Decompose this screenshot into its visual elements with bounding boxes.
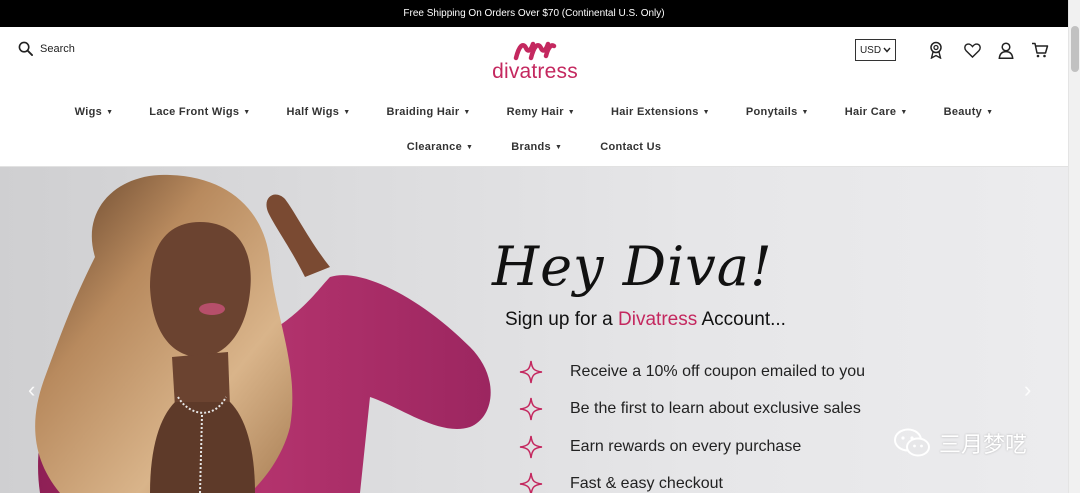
watermark: 三月梦呓 — [893, 427, 1027, 459]
announcement-text: Free Shipping On Orders Over $70 (Contin… — [403, 8, 665, 19]
caret-down-icon: ▼ — [900, 108, 908, 116]
logo-mark-icon — [513, 41, 557, 61]
caret-down-icon: ▼ — [463, 108, 471, 116]
wishlist-icon — [963, 42, 981, 58]
nav-braiding-hair[interactable]: Braiding Hair ▼ — [386, 106, 470, 118]
cart-button[interactable] — [1028, 38, 1052, 62]
rewards-icon — [930, 41, 942, 59]
benefit-text: Fast & easy checkout — [570, 475, 723, 493]
account-icon — [998, 41, 1014, 59]
nav-lace-front-wigs[interactable]: Lace Front Wigs ▼ — [149, 106, 250, 118]
benefit-text: Be the first to learn about exclusive sa… — [570, 400, 861, 418]
sparkle-icon — [519, 473, 543, 493]
main-nav-row-1: Wigs ▼ Lace Front Wigs ▼ Half Wigs ▼ Braidi… — [0, 106, 1068, 118]
header-actions: USD — [855, 38, 1052, 62]
nav-hair-extensions[interactable]: Hair Extensions ▼ — [611, 106, 710, 118]
nav-label: Hair Care — [844, 106, 897, 118]
nav-label: Wigs — [74, 106, 103, 118]
wechat-icon — [894, 428, 930, 457]
nav-remy-hair[interactable]: Remy Hair ▼ — [507, 106, 575, 118]
sparkle-icon — [519, 398, 543, 421]
benefit-text: Receive a 10% off coupon emailed to you — [570, 362, 866, 380]
benefit-item: Be the first to learn about exclusive sa… — [519, 391, 865, 429]
search-button[interactable]: Search — [18, 41, 75, 56]
caret-down-icon: ▼ — [702, 108, 710, 116]
hero-subtitle-brand: Divatress — [618, 309, 698, 330]
currency-value: USD — [859, 44, 882, 56]
page: Free Shipping On Orders Over $70 (Contin… — [0, 0, 1080, 493]
announcement-bar: Free Shipping On Orders Over $70 (Contin… — [0, 0, 1068, 27]
hero-subtitle: Sign up for a Divatress Account... — [505, 309, 786, 331]
search-label: Search — [40, 42, 75, 55]
search-icon — [18, 41, 33, 56]
main-nav-row-2: Clearance ▼ Brands ▼ Contact Us — [0, 141, 1068, 153]
chevron-down-icon — [883, 47, 891, 53]
caret-down-icon: ▼ — [567, 108, 576, 116]
nav-clearance[interactable]: Clearance ▼ — [407, 141, 474, 153]
scrollbar-thumb[interactable] — [1071, 26, 1079, 72]
nav-contact-us[interactable]: Contact Us — [600, 141, 661, 153]
model-photo — [35, 174, 491, 493]
benefit-item: Earn rewards on every purchase — [519, 428, 865, 466]
nav-ponytails[interactable]: Ponytails ▼ — [746, 106, 809, 118]
nav-label: Braiding Hair — [386, 106, 460, 118]
nav-label: Half Wigs — [286, 106, 340, 118]
currency-select[interactable]: USD — [855, 39, 896, 61]
site-logo[interactable]: divatress — [490, 38, 580, 82]
nav-wigs[interactable]: Wigs ▼ — [75, 106, 114, 118]
logo-wordmark: divatress — [492, 60, 578, 83]
hero-banner[interactable]: Hey Diva! Sign up for a Divatress Accoun… — [0, 167, 1068, 493]
nav-label: Clearance — [406, 141, 463, 153]
hero-title: Hey Diva! — [492, 235, 773, 298]
page-scrollbar[interactable] — [1068, 0, 1080, 493]
nav-hair-care[interactable]: Hair Care ▼ — [845, 106, 908, 118]
nav-label: Brands — [511, 141, 551, 153]
wishlist-button[interactable] — [960, 38, 984, 62]
caret-down-icon: ▼ — [986, 108, 994, 116]
caret-down-icon: ▼ — [801, 108, 809, 116]
carousel-next-button[interactable]: › — [1024, 377, 1031, 403]
benefit-text: Earn rewards on every purchase — [570, 437, 802, 455]
cart-icon — [1032, 42, 1049, 58]
nav-half-wigs[interactable]: Half Wigs ▼ — [287, 106, 351, 118]
benefit-item: Receive a 10% off coupon emailed to you — [519, 353, 865, 391]
nav-label: Ponytails — [745, 106, 798, 118]
nav-label: Lace Front Wigs — [149, 106, 240, 118]
caret-down-icon: ▼ — [554, 143, 563, 151]
nav-brands[interactable]: Brands ▼ — [511, 141, 562, 153]
nav-label: Hair Extensions — [611, 106, 699, 118]
account-button[interactable] — [994, 38, 1018, 62]
sparkle-icon — [519, 360, 543, 383]
site-header: Search divatress USD Wigs ▼ Lace Front W… — [0, 27, 1068, 167]
caret-down-icon: ▼ — [106, 108, 114, 116]
caret-down-icon: ▼ — [343, 108, 351, 116]
sparkle-icon — [519, 435, 543, 458]
caret-down-icon: ▼ — [243, 108, 251, 116]
nav-beauty[interactable]: Beauty ▼ — [944, 106, 994, 118]
rewards-button[interactable] — [924, 38, 948, 62]
benefit-item: Fast & easy checkout — [519, 466, 865, 493]
nav-label: Remy Hair — [506, 106, 564, 118]
watermark-text: 三月梦呓 — [939, 433, 1028, 458]
benefit-list: Receive a 10% off coupon emailed to you … — [519, 353, 865, 493]
nav-label: Beauty — [943, 106, 983, 118]
carousel-prev-button[interactable]: ‹ — [28, 377, 35, 403]
nav-label: Contact Us — [600, 141, 662, 153]
hero-subtitle-post: Account... — [697, 309, 786, 330]
caret-down-icon: ▼ — [466, 143, 474, 151]
hero-subtitle-pre: Sign up for a — [505, 309, 619, 330]
